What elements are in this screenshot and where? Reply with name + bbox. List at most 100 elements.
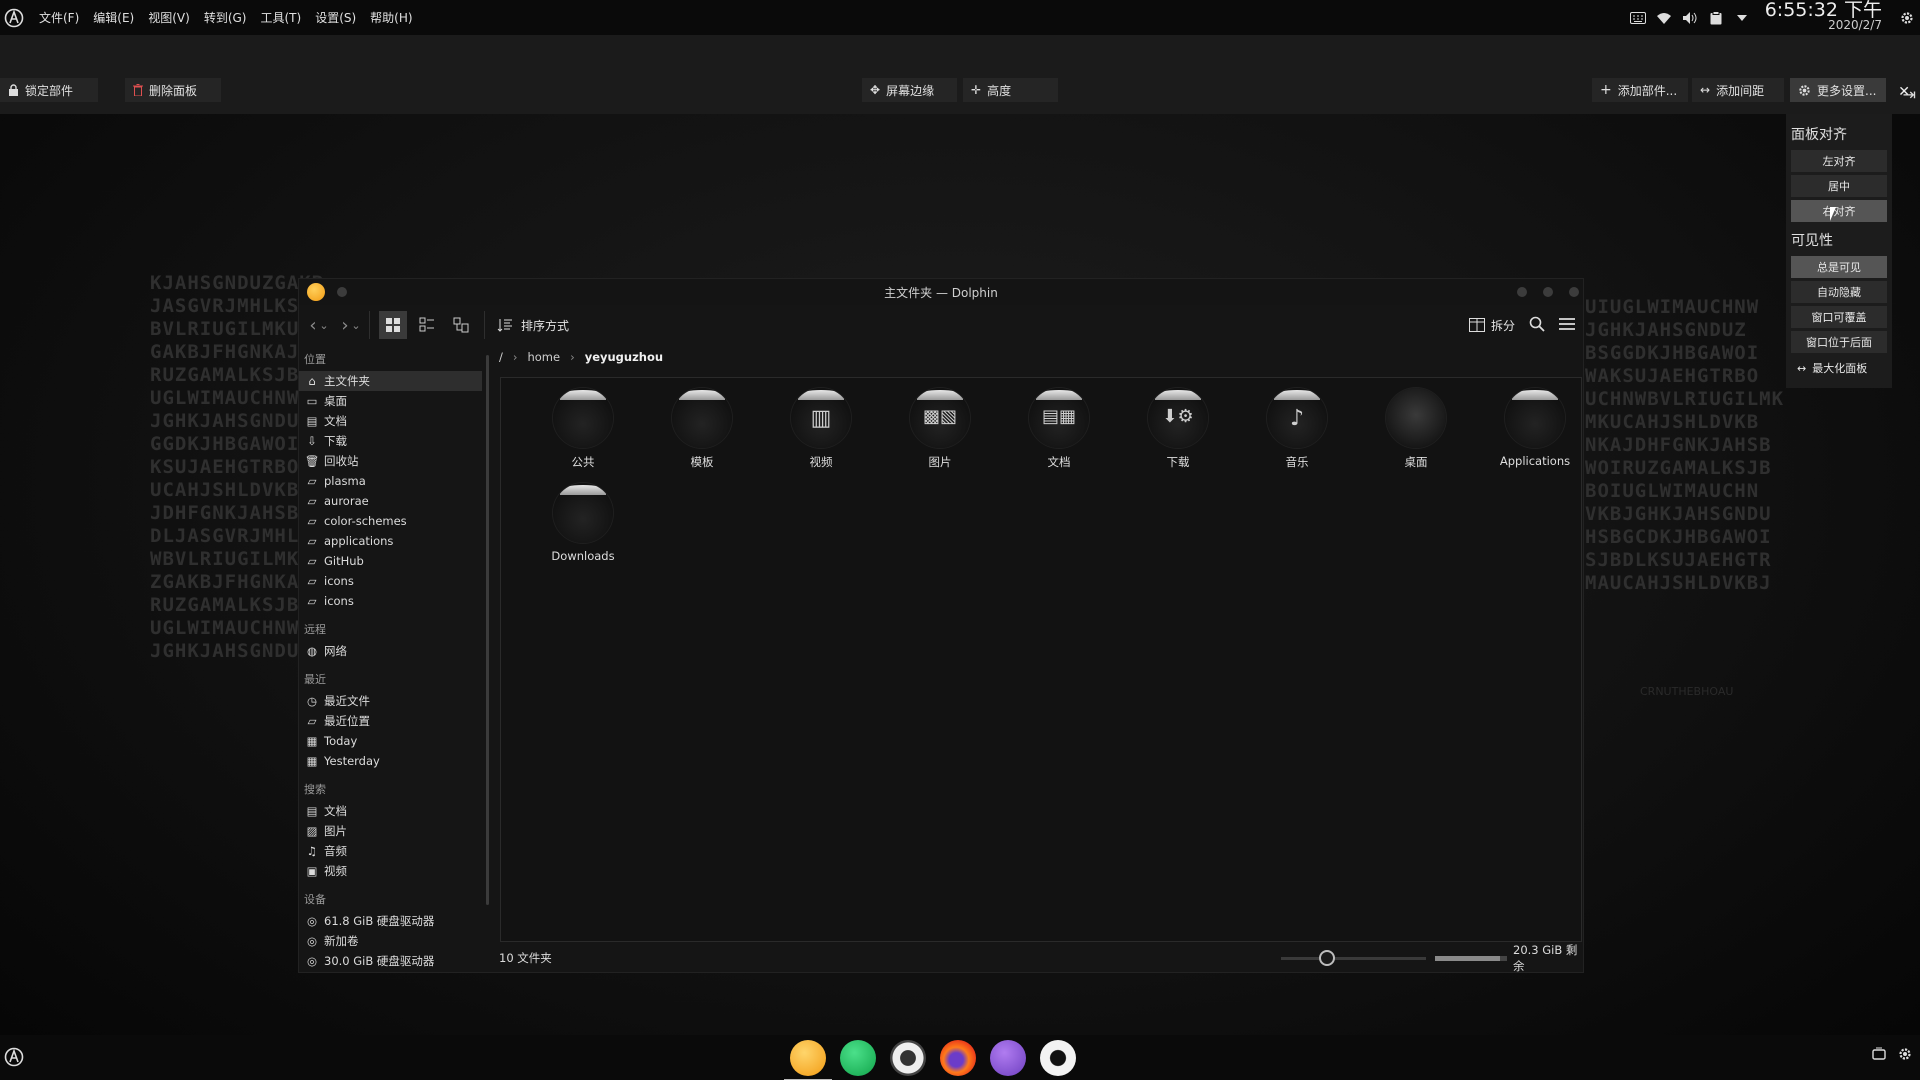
place-github[interactable]: ▱ GitHub [299, 551, 482, 571]
dolphin-icon[interactable] [784, 1040, 832, 1080]
search-icon[interactable] [1529, 316, 1545, 335]
always-visible-button[interactable]: 总是可见 [1791, 256, 1887, 278]
menu-tools[interactable]: 工具(T) [253, 9, 308, 26]
window-titlebar[interactable]: 主文件夹 — Dolphin [299, 279, 1583, 305]
folder-item-downloads-en[interactable]: Downloads [533, 483, 633, 563]
windows-can-cover-button[interactable]: 窗口可覆盖 [1791, 306, 1887, 328]
terminal-icon[interactable] [840, 1040, 876, 1076]
compact-view-icon[interactable] [413, 311, 441, 339]
back-history-icon[interactable]: ⌄ [317, 319, 331, 332]
align-center-button[interactable]: 居中 [1791, 175, 1887, 197]
remove-panel-button[interactable]: 删除面板 [125, 78, 221, 102]
breadcrumb-home[interactable]: home [527, 350, 560, 364]
search-images[interactable]: ▨ 图片 [299, 821, 482, 841]
auto-hide-button[interactable]: 自动隐藏 [1791, 281, 1887, 303]
place-network[interactable]: ◍ 网络 [299, 641, 482, 661]
file-name: 桌面 [1404, 455, 1428, 469]
app-launcher-bottom-icon[interactable] [4, 1047, 24, 1070]
device-drive-1[interactable]: ◎ 61.8 GiB 硬盘驱动器 [299, 911, 482, 931]
inkscape-icon[interactable] [1040, 1040, 1076, 1076]
folder-item-templates[interactable]: 模板 [652, 388, 752, 470]
menu-settings[interactable]: 设置(S) [308, 9, 363, 26]
place-aurorae[interactable]: ▱ aurorae [299, 491, 482, 511]
place-documents[interactable]: ▤ 文档 [299, 411, 482, 431]
zoom-slider[interactable] [1281, 957, 1426, 960]
place-applications[interactable]: ▱ applications [299, 531, 482, 551]
close-edit-mode-icon[interactable]: ✕ [1898, 84, 1910, 100]
windows-go-below-button[interactable]: 窗口位于后面 [1791, 331, 1887, 353]
firefox-icon[interactable] [940, 1040, 976, 1076]
close-icon[interactable] [1569, 287, 1579, 297]
place-recent-locations[interactable]: ▱ 最近位置 [299, 711, 482, 731]
folder-item-pictures[interactable]: ▩▧ 图片 [890, 388, 990, 470]
place-today[interactable]: ▦ Today [299, 731, 482, 751]
menu-help[interactable]: 帮助(H) [363, 9, 419, 26]
settings-app-icon[interactable] [890, 1040, 926, 1076]
device-notifier-icon[interactable] [1872, 1047, 1886, 1065]
settings-icon[interactable] [1895, 8, 1919, 28]
split-view-button[interactable]: 拆分 [1468, 317, 1515, 334]
keyboard-icon[interactable] [1626, 8, 1650, 28]
folder-item-videos[interactable]: ▥ 视频 [771, 388, 871, 470]
forward-history-icon[interactable]: ⌄ [349, 319, 363, 332]
icons-view-icon[interactable] [379, 311, 407, 339]
details-view-icon[interactable] [447, 311, 475, 339]
sort-by-button[interactable]: 排序方式 [497, 317, 569, 334]
volume-icon[interactable] [1678, 8, 1702, 28]
clipboard-icon[interactable] [1704, 8, 1728, 28]
place-recent-files[interactable]: ◷ 最近文件 [299, 691, 482, 711]
recent-files-icon: ◷ [306, 694, 318, 708]
add-widgets-button[interactable]: + 添加部件... [1592, 78, 1688, 102]
breadcrumb-current[interactable]: yeyuguzhou [585, 350, 663, 364]
search-audio[interactable]: ♫ 音频 [299, 841, 482, 861]
file-name: 模板 [690, 455, 714, 469]
file-view[interactable]: 公共 模板 ▥ 视频 ▩▧ 图片 ▤▦ 文档 ⬇⚙ 下载 ♪ 音乐 桌面 App… [500, 377, 1582, 942]
app-launcher-icon[interactable] [2, 6, 26, 30]
dolphin-app-icon[interactable] [307, 283, 325, 301]
global-menu: 文件(F) 编辑(E) 视图(V) 转到(G) 工具(T) 设置(S) 帮助(H… [32, 9, 420, 26]
height-button[interactable]: ✛ 高度 [963, 78, 1058, 102]
folder-item-desktop[interactable]: 桌面 [1366, 388, 1466, 470]
place-yesterday[interactable]: ▦ Yesterday [299, 751, 482, 771]
menu-go[interactable]: 转到(G) [197, 9, 254, 26]
keep-above-icon[interactable] [337, 287, 347, 297]
align-left-button[interactable]: 左对齐 [1791, 150, 1887, 172]
folder-item-downloads[interactable]: ⬇⚙ 下载 [1128, 388, 1228, 470]
zoom-slider-handle[interactable] [1319, 950, 1335, 966]
folder-item-public[interactable]: 公共 [533, 388, 633, 470]
minimize-icon[interactable] [1517, 287, 1527, 297]
screen-edge-button[interactable]: ✥ 屏幕边缘 [862, 78, 957, 102]
folder-item-documents[interactable]: ▤▦ 文档 [1009, 388, 1109, 470]
places-scrollbar[interactable] [486, 355, 489, 905]
place-icons-2[interactable]: ▱ icons [299, 591, 482, 611]
maximize-panel-button[interactable]: ↔ 最大化面板 [1791, 357, 1887, 379]
place-plasma[interactable]: ▱ plasma [299, 471, 482, 491]
search-documents[interactable]: ▤ 文档 [299, 801, 482, 821]
bottom-settings-icon[interactable] [1898, 1047, 1912, 1065]
place-color-schemes[interactable]: ▱ color-schemes [299, 511, 482, 531]
menu-edit[interactable]: 编辑(E) [86, 9, 141, 26]
chevron-right-icon[interactable]: › [570, 350, 575, 364]
chevron-right-icon[interactable]: › [513, 350, 518, 364]
place-desktop[interactable]: ▭ 桌面 [299, 391, 482, 411]
expand-tray-icon[interactable] [1730, 8, 1754, 28]
more-settings-button[interactable]: 更多设置... [1790, 78, 1886, 102]
folder-item-applications[interactable]: Applications [1485, 388, 1585, 468]
place-home[interactable]: ⌂ 主文件夹 [299, 371, 482, 391]
lock-widgets-button[interactable]: 锁定部件 [0, 78, 98, 102]
menu-view[interactable]: 视图(V) [141, 9, 197, 26]
align-right-button[interactable]: 右对齐 [1791, 200, 1887, 222]
place-downloads[interactable]: ⇩ 下载 [299, 431, 482, 451]
hamburger-menu-icon[interactable] [1559, 317, 1575, 334]
place-icons[interactable]: ▱ icons [299, 571, 482, 591]
folder-item-music[interactable]: ♪ 音乐 [1247, 388, 1347, 470]
add-spacer-button[interactable]: ↔ 添加间距 [1692, 78, 1784, 102]
place-trash[interactable]: 🗑 回收站 [299, 451, 482, 471]
digital-clock[interactable]: 6:55:32 下午 2020/2/7 [1765, 0, 1882, 33]
maximize-icon[interactable] [1543, 287, 1553, 297]
breadcrumb-root[interactable]: / [499, 350, 503, 364]
network-icon[interactable] [1652, 8, 1676, 28]
github-desktop-icon[interactable] [990, 1040, 1026, 1076]
menu-file[interactable]: 文件(F) [32, 9, 86, 26]
search-video[interactable]: ▣ 视频 [299, 861, 482, 881]
